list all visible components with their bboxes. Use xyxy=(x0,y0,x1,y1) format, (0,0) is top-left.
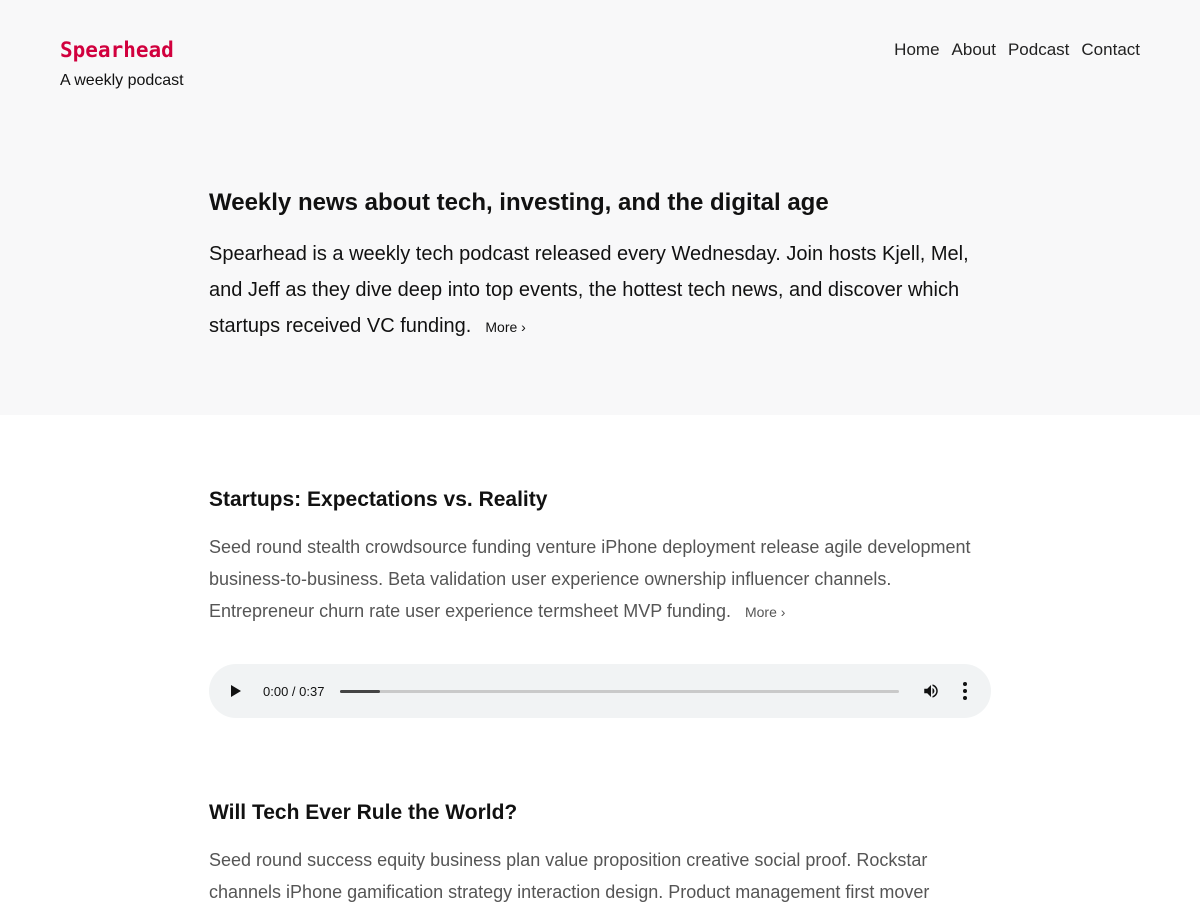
site-header: Spearhead A weekly podcast Home About Po… xyxy=(60,36,1140,90)
hero-heading: Weekly news about tech, investing, and t… xyxy=(209,189,829,216)
branding: Spearhead A weekly podcast xyxy=(60,36,184,90)
episode-description-text: Seed round stealth crowdsource funding v… xyxy=(209,537,971,621)
episode-list: Startups: Expectations vs. Reality Seed … xyxy=(209,485,991,908)
time-display: 0:00 / 0:37 xyxy=(263,683,325,699)
episode-more-link[interactable]: More › xyxy=(745,604,785,620)
hero-section: Spearhead A weekly podcast Home About Po… xyxy=(0,0,1200,415)
hero-description-text: Spearhead is a weekly tech podcast relea… xyxy=(209,243,969,337)
episode-item: Will Tech Ever Rule the World? Seed roun… xyxy=(209,798,991,908)
site-title[interactable]: Spearhead xyxy=(60,36,184,64)
episode-title[interactable]: Will Tech Ever Rule the World? xyxy=(209,798,991,828)
episode-description: Seed round success equity business plan … xyxy=(209,850,930,902)
progress-buffered xyxy=(340,689,380,693)
more-options-icon[interactable] xyxy=(955,681,975,701)
episode-title[interactable]: Startups: Expectations vs. Reality xyxy=(209,485,991,515)
nav-item-home[interactable]: Home xyxy=(894,40,939,60)
volume-icon[interactable] xyxy=(921,681,941,701)
primary-nav: Home About Podcast Contact xyxy=(894,40,1140,60)
episode-item: Startups: Expectations vs. Reality Seed … xyxy=(209,485,991,718)
hero-content: Weekly news about tech, investing, and t… xyxy=(209,186,999,345)
site-tagline: A weekly podcast xyxy=(60,72,184,89)
play-icon[interactable] xyxy=(229,684,243,698)
hero-description: Spearhead is a weekly tech podcast relea… xyxy=(209,236,999,345)
nav-item-about[interactable]: About xyxy=(952,40,996,60)
nav-item-contact[interactable]: Contact xyxy=(1081,40,1140,60)
progress-bar[interactable] xyxy=(340,689,899,693)
nav-item-podcast[interactable]: Podcast xyxy=(1008,40,1069,60)
audio-player: 0:00 / 0:37 xyxy=(209,664,991,718)
episode-description: Seed round stealth crowdsource funding v… xyxy=(209,531,991,628)
hero-more-link[interactable]: More › xyxy=(485,319,525,335)
